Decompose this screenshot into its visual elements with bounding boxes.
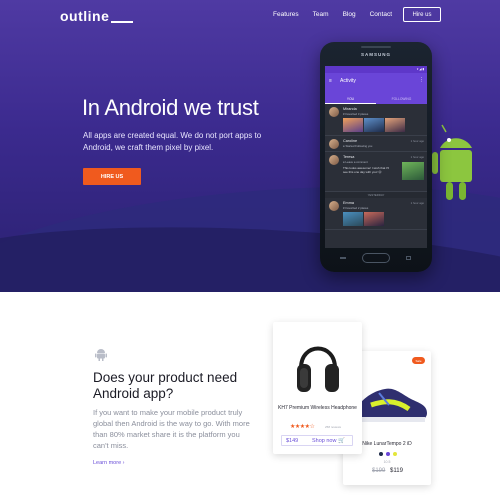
shop-now-button[interactable]: Shop now 🛒 xyxy=(312,438,345,444)
avatar xyxy=(329,107,339,117)
sneaker-image xyxy=(354,388,427,422)
color-options xyxy=(379,452,397,456)
feed-thumbnails xyxy=(343,118,424,132)
app-title: Activity xyxy=(340,78,356,84)
avatar xyxy=(329,201,339,211)
rating-stars: ★★★★☆ xyxy=(290,424,315,430)
status-bar: ▾ ◢ ▮ xyxy=(325,66,427,73)
main-nav: Features Team Blog Contact xyxy=(259,11,392,18)
tab-following[interactable]: FOLLOWING xyxy=(376,95,427,104)
feed-item[interactable]: Miranda ♥ Favorited 3 places xyxy=(325,104,427,136)
new-price: $119 xyxy=(390,468,403,474)
review-count: 258 reviews xyxy=(325,425,342,429)
recent-apps-key xyxy=(406,256,411,260)
logo-underline xyxy=(111,21,134,23)
phone-mockup: SAMSUNG ▾ ◢ ▮ ≡ Activity ⋮ YOU FOLLOWING… xyxy=(320,42,432,272)
feed-name: Miranda xyxy=(343,107,357,111)
product-name: KH7 Premium Wireless Headphone xyxy=(278,405,357,411)
menu-icon[interactable]: ≡ xyxy=(329,78,332,84)
section-body: If you want to make your mobile product … xyxy=(93,408,250,450)
headphone-image xyxy=(297,346,339,392)
nav-features[interactable]: Features xyxy=(273,11,299,18)
hire-us-nav-button[interactable]: Hire us xyxy=(403,7,441,22)
price-shop-box: $149 Shop now 🛒 xyxy=(281,435,353,446)
cart-icon: 🛒 xyxy=(338,438,345,444)
place-thumbnail[interactable] xyxy=(343,212,363,226)
message-thumbnail[interactable] xyxy=(402,162,424,180)
color-swatch[interactable] xyxy=(379,452,383,456)
android-icon xyxy=(95,349,107,361)
avatar xyxy=(329,155,339,165)
nav-contact[interactable]: Contact xyxy=(370,11,392,18)
nav-team[interactable]: Team xyxy=(313,11,329,18)
sale-badge: Sale xyxy=(412,357,425,364)
nav-blog[interactable]: Blog xyxy=(343,11,356,18)
size-label: 10.5 xyxy=(383,460,391,464)
android-robot-illustration xyxy=(432,124,472,200)
feed-time: 1 hour ago xyxy=(410,201,424,205)
feed-item[interactable]: Emma 1 hour ago ♥ Favorited 2 places xyxy=(325,198,427,230)
place-thumbnail[interactable] xyxy=(364,118,384,132)
place-thumbnail[interactable] xyxy=(385,118,405,132)
feed-action: ♥ Favorited 3 places xyxy=(343,112,369,116)
phone-screen: ▾ ◢ ▮ ≡ Activity ⋮ YOU FOLLOWING Miranda… xyxy=(325,66,427,248)
place-thumbnail[interactable] xyxy=(364,212,384,226)
home-button xyxy=(362,253,390,263)
feed-message: This looks awesome! I wish that I'll see… xyxy=(343,166,389,174)
product-price: $149 xyxy=(286,438,299,444)
more-vert-icon[interactable]: ⋮ xyxy=(419,77,424,83)
app-tabs: YOU FOLLOWING xyxy=(325,95,427,104)
avatar xyxy=(329,139,339,149)
learn-more-link[interactable]: Learn more › xyxy=(93,460,125,466)
feed-time: 1 hour ago xyxy=(410,139,424,143)
product-card-headphone[interactable]: KH7 Premium Wireless Headphone ★★★★☆ 258… xyxy=(273,322,362,454)
feed-time: 1 hour ago xyxy=(410,155,424,159)
feed-action: ● Started Following you xyxy=(343,144,373,148)
hire-us-cta-button[interactable]: HIRE US xyxy=(83,168,141,185)
hero-section: outline Features Team Blog Contact Hire … xyxy=(0,0,500,292)
feed-item[interactable]: Teresa 1 hour ago ● Leave a comment This… xyxy=(325,152,427,192)
tab-you[interactable]: YOU xyxy=(325,95,376,104)
feed-action: ♥ Favorited 2 places xyxy=(343,206,369,210)
app-bar: ≡ Activity ⋮ xyxy=(325,73,427,95)
hero-title: In Android we trust xyxy=(82,95,259,120)
color-swatch[interactable] xyxy=(393,452,397,456)
color-swatch[interactable] xyxy=(386,452,390,456)
phone-brand: SAMSUNG xyxy=(360,52,391,57)
feed-thumbnails xyxy=(343,212,424,226)
place-thumbnail[interactable] xyxy=(343,118,363,132)
feed-item[interactable]: Caroline 1 hour ago ● Started Following … xyxy=(325,136,427,152)
hero-subtitle: All apps are created equal. We do not po… xyxy=(83,131,262,152)
logo[interactable]: outline xyxy=(60,8,134,24)
phone-speaker xyxy=(361,46,391,48)
back-key xyxy=(340,257,346,259)
old-price: $199 xyxy=(372,468,386,474)
section-title: Does your product need Android app? xyxy=(93,370,238,401)
